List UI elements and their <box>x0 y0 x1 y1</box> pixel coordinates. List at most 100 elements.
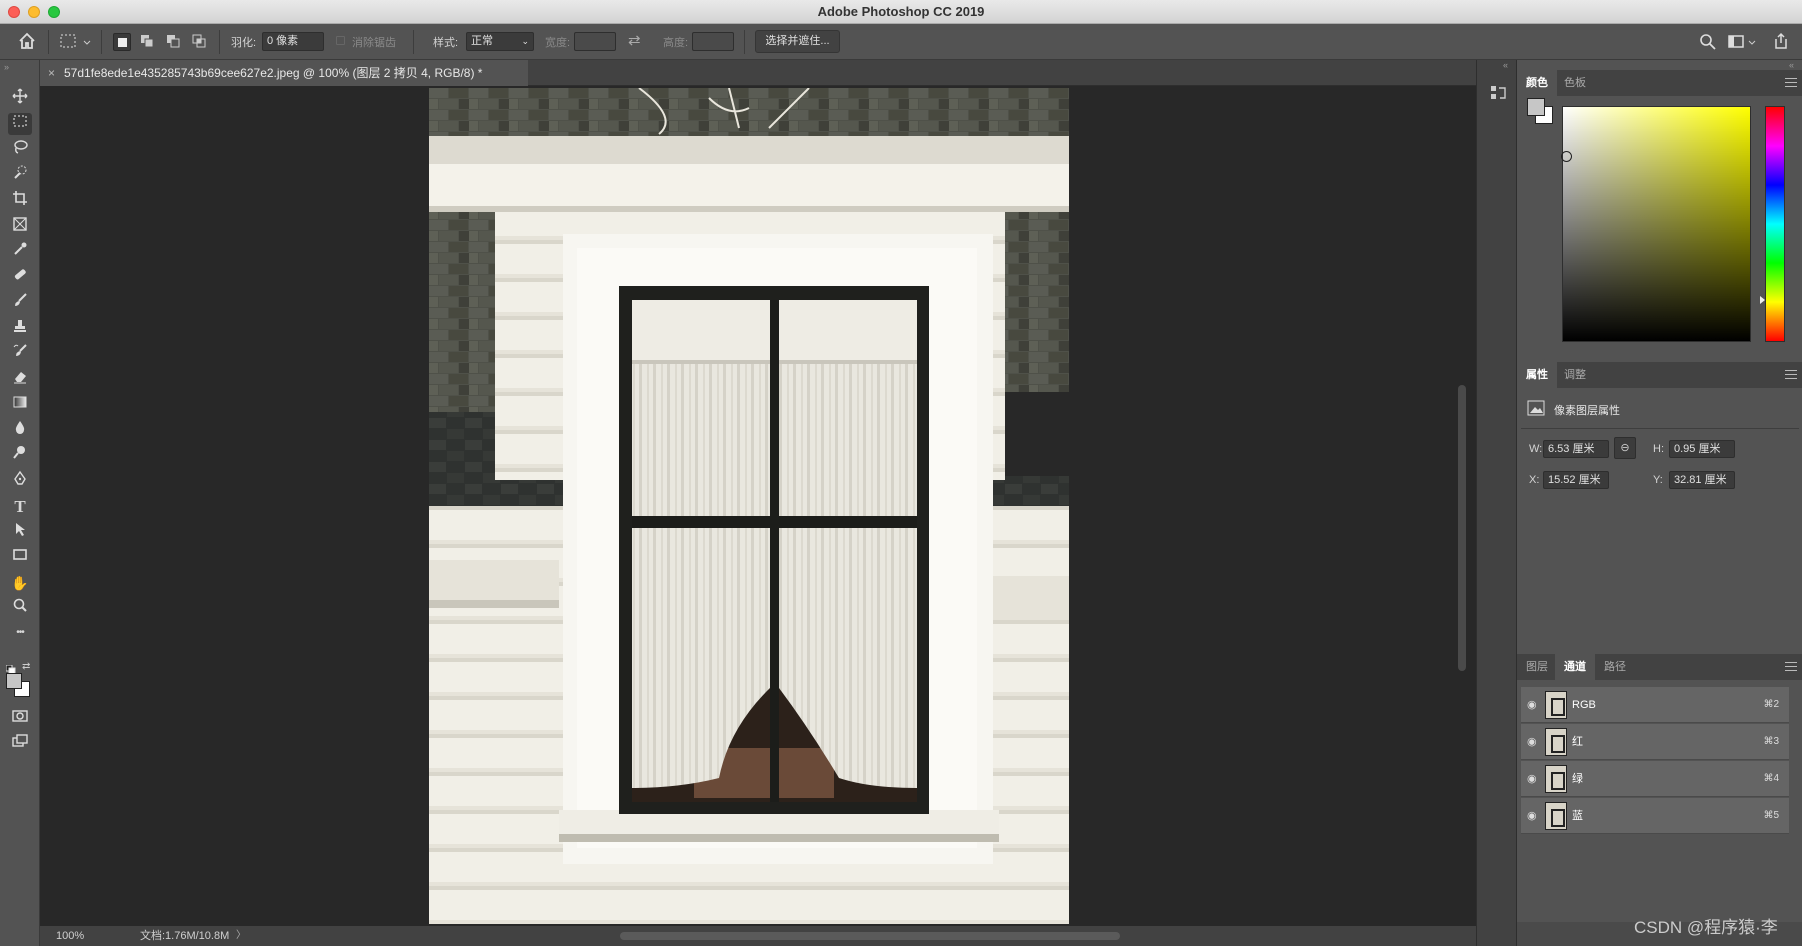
vertical-scrollbar-thumb[interactable] <box>1458 385 1466 671</box>
brush-tool-button[interactable] <box>8 292 32 314</box>
collapse-strip-icon[interactable]: « <box>1503 60 1508 70</box>
search-button[interactable] <box>1699 33 1717 54</box>
hand-tool-button[interactable]: ✋ <box>8 572 32 594</box>
x-prop-label: X: <box>1529 474 1540 486</box>
width-prop-input[interactable]: 6.53 厘米 <box>1543 440 1609 458</box>
tab-properties[interactable]: 属性 <box>1517 362 1557 388</box>
path-select-tool-button[interactable] <box>8 521 32 543</box>
foreground-color-swatch[interactable] <box>6 673 22 689</box>
visibility-eye-icon[interactable]: ◉ <box>1527 700 1537 711</box>
chevron-down-icon: ⌄ <box>521 36 529 46</box>
marquee-tool-button[interactable] <box>8 113 32 135</box>
blur-tool-button[interactable] <box>8 419 32 441</box>
hand-icon: ✋ <box>11 575 29 591</box>
close-window-button[interactable] <box>8 6 20 18</box>
history-brush-tool-button[interactable] <box>8 343 32 365</box>
subtract-selection-button[interactable] <box>165 33 183 51</box>
quick-select-tool-button[interactable] <box>8 164 32 186</box>
arrow-pointer-icon <box>16 523 25 536</box>
lasso-tool-button[interactable] <box>8 139 32 161</box>
hue-slider[interactable] <box>1765 106 1785 342</box>
channels-panel-menu-icon[interactable] <box>1785 662 1797 671</box>
history-panel-button[interactable] <box>1490 84 1506 107</box>
panel-foreground-swatch[interactable] <box>1527 98 1545 116</box>
gradient-tool-button[interactable] <box>8 394 32 416</box>
select-and-mask-button[interactable]: 选择并遮住... <box>755 30 840 53</box>
frame-tool-button[interactable] <box>8 216 32 238</box>
intersect-selection-button[interactable] <box>191 33 209 51</box>
workspace-button[interactable] <box>1728 33 1758 54</box>
collapse-toolbar-icon[interactable]: » <box>4 62 9 72</box>
tab-adjustments[interactable]: 调整 <box>1555 362 1595 388</box>
healing-brush-tool-button[interactable] <box>8 266 32 288</box>
zoom-tool-button[interactable] <box>8 597 32 619</box>
tab-swatches[interactable]: 色板 <box>1555 70 1595 96</box>
workspace-icon <box>1728 35 1756 48</box>
color-picker-field[interactable] <box>1561 106 1751 342</box>
width-input[interactable] <box>574 32 616 51</box>
eyedropper-tool-button[interactable] <box>8 241 32 263</box>
type-tool-button[interactable]: T <box>8 496 32 518</box>
color-panel-menu-icon[interactable] <box>1785 78 1797 87</box>
eraser-tool-button[interactable] <box>8 368 32 390</box>
tab-color[interactable]: 颜色 <box>1517 70 1557 96</box>
ellipsis-icon: ••• <box>16 627 24 638</box>
height-prop-input[interactable]: 0.95 厘米 <box>1669 440 1735 458</box>
share-button[interactable] <box>1772 32 1790 53</box>
tool-preset-picker[interactable] <box>60 34 94 53</box>
minimize-window-button[interactable] <box>28 6 40 18</box>
visibility-eye-icon[interactable]: ◉ <box>1527 737 1537 748</box>
quick-mask-button[interactable] <box>8 708 32 730</box>
more-tools-button[interactable]: ••• <box>8 622 32 644</box>
height-input[interactable] <box>692 32 734 51</box>
status-arrow-icon[interactable]: 〉 <box>236 926 246 946</box>
style-select[interactable]: 正常 ⌄ <box>466 32 534 51</box>
eyedropper-icon <box>14 242 27 255</box>
move-tool-button[interactable] <box>8 88 32 110</box>
document-tab[interactable]: × 57d1fe8ede1e435285743b69cee627e2.jpeg … <box>40 60 528 86</box>
link-dimensions-button[interactable]: ⊖ <box>1614 437 1636 459</box>
screen-mode-icon <box>12 734 28 747</box>
close-tab-icon[interactable]: × <box>48 60 55 86</box>
share-icon <box>1775 32 1787 49</box>
dodge-tool-button[interactable] <box>8 444 32 466</box>
swap-width-height-icon[interactable]: ⇄ <box>628 31 641 49</box>
x-prop-input[interactable]: 15.52 厘米 <box>1543 471 1609 489</box>
horizontal-scrollbar-thumb[interactable] <box>620 932 1120 940</box>
history-icon <box>1491 86 1506 99</box>
channel-row[interactable]: ◉ 绿 ⌘4 <box>1521 761 1789 797</box>
rectangle-tool-button[interactable] <box>8 546 32 568</box>
color-picker-cursor[interactable] <box>1561 151 1572 162</box>
canvas-image[interactable] <box>429 88 1069 924</box>
properties-panel-menu-icon[interactable] <box>1785 370 1797 379</box>
screen-mode-button[interactable] <box>8 733 32 755</box>
add-selection-button[interactable] <box>139 33 157 51</box>
clone-stamp-tool-button[interactable] <box>8 318 32 340</box>
history-brush-icon <box>13 344 27 356</box>
visibility-eye-icon[interactable]: ◉ <box>1527 774 1537 785</box>
tab-paths[interactable]: 路径 <box>1595 654 1635 680</box>
width-label: 宽度: <box>545 37 571 49</box>
rectangle-icon <box>13 549 27 560</box>
crop-icon <box>13 191 27 205</box>
new-selection-button[interactable] <box>113 33 131 51</box>
channel-row[interactable]: ◉ 蓝 ⌘5 <box>1521 798 1789 834</box>
hue-slider-handle[interactable] <box>1760 296 1765 304</box>
maximize-window-button[interactable] <box>48 6 60 18</box>
channel-row[interactable]: ◉ 红 ⌘3 <box>1521 724 1789 760</box>
y-prop-input[interactable]: 32.81 厘米 <box>1669 471 1735 489</box>
pen-tool-button[interactable] <box>8 470 32 492</box>
feather-input[interactable]: 0 像素 <box>262 32 324 51</box>
zoom-level[interactable]: 100% <box>56 926 84 946</box>
stamp-icon <box>14 320 26 332</box>
home-button[interactable] <box>17 31 37 54</box>
collapse-panels-icon[interactable]: « <box>1789 60 1794 70</box>
antialias-checkbox[interactable] <box>336 36 345 45</box>
tab-channels[interactable]: 通道 <box>1555 654 1595 680</box>
swap-colors-icon[interactable]: ⇄ <box>22 661 30 672</box>
crop-tool-button[interactable] <box>8 190 32 212</box>
channel-row[interactable]: ◉ RGB ⌘2 <box>1521 687 1789 723</box>
y-prop-label: Y: <box>1653 474 1663 486</box>
visibility-eye-icon[interactable]: ◉ <box>1527 811 1537 822</box>
tab-layers[interactable]: 图层 <box>1517 654 1557 680</box>
